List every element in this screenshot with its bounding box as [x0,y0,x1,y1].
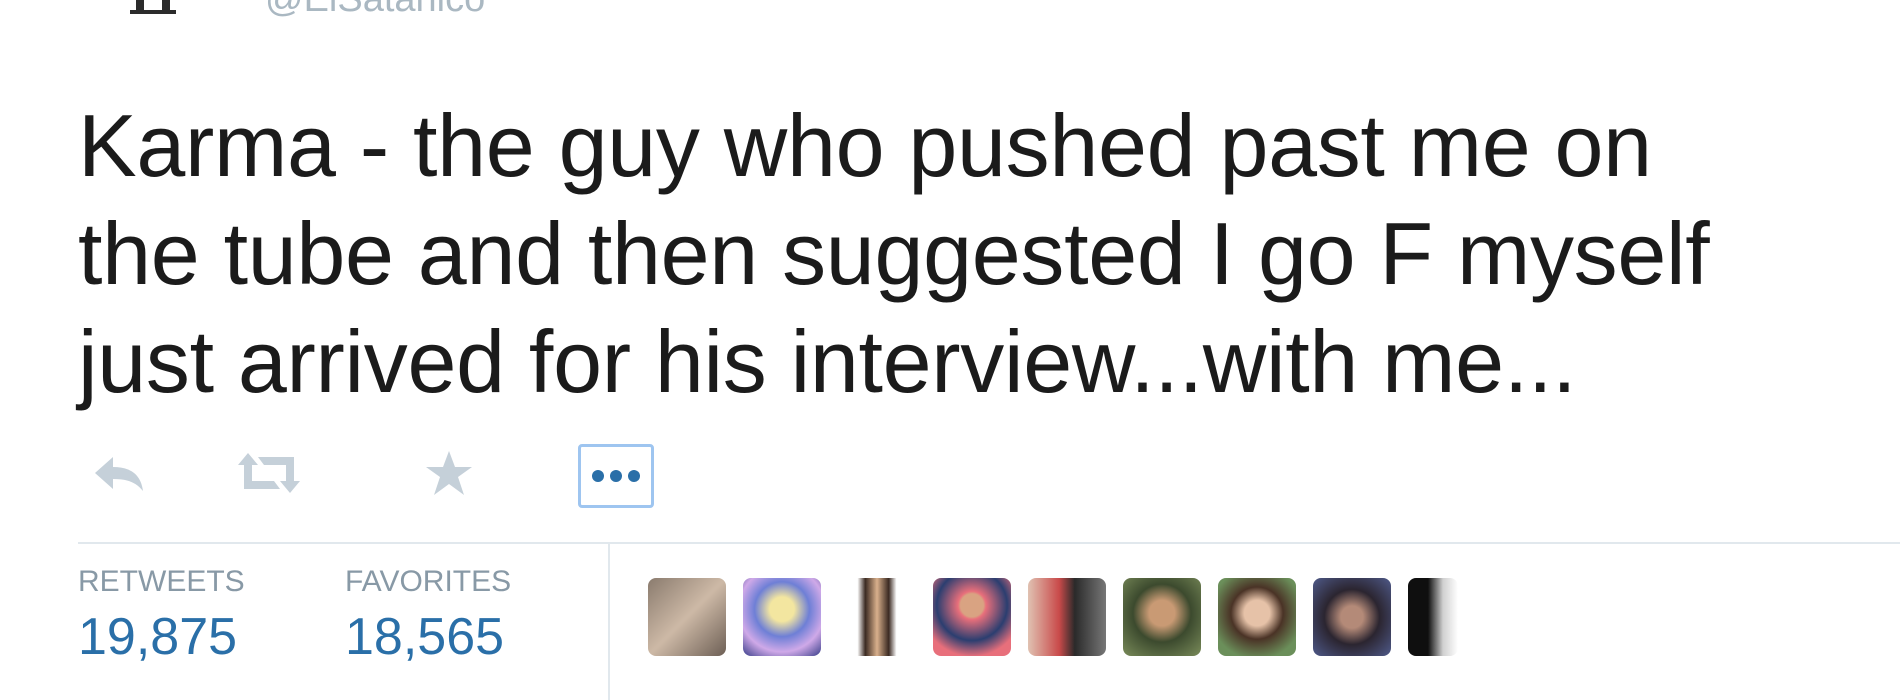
tweet-text: Karma - the guy who pushed past me on th… [78,92,1878,416]
favorite-button[interactable] [410,440,488,506]
favorites-stat[interactable]: FAVORITES 18,565 [345,565,511,667]
reply-icon [95,457,143,491]
user-avatar-3[interactable] [838,578,916,656]
divider [78,542,1900,544]
retweet-icon [238,453,300,493]
favorites-label: FAVORITES [345,565,512,598]
tweet-line: just arrived for his interview...with me… [78,312,1577,411]
star-icon [426,451,472,495]
favorites-count: 18,565 [345,608,505,666]
tweet-line: the tube and then suggested I go F mysel… [78,204,1710,303]
user-avatar-9[interactable] [1408,578,1458,656]
retweets-label: RETWEETS [78,565,245,598]
user-avatar-2[interactable] [743,578,821,656]
avatar[interactable] [130,0,180,14]
reply-button[interactable] [80,440,158,506]
user-avatar-7[interactable] [1218,578,1296,656]
retweets-stat[interactable]: RETWEETS 19,875 [78,565,245,667]
user-avatar-4[interactable] [933,578,1011,656]
retweet-button[interactable] [230,440,308,506]
user-avatar-8[interactable] [1313,578,1391,656]
more-icon [592,470,640,482]
author-handle[interactable]: @ElSatanico [265,0,485,21]
user-avatar-6[interactable] [1123,578,1201,656]
more-button[interactable] [578,444,654,508]
user-avatar-5[interactable] [1028,578,1106,656]
retweets-count: 19,875 [78,608,238,666]
tweet-line: Karma - the guy who pushed past me on [78,96,1652,195]
user-avatar-1[interactable] [648,578,726,656]
divider [608,544,610,700]
